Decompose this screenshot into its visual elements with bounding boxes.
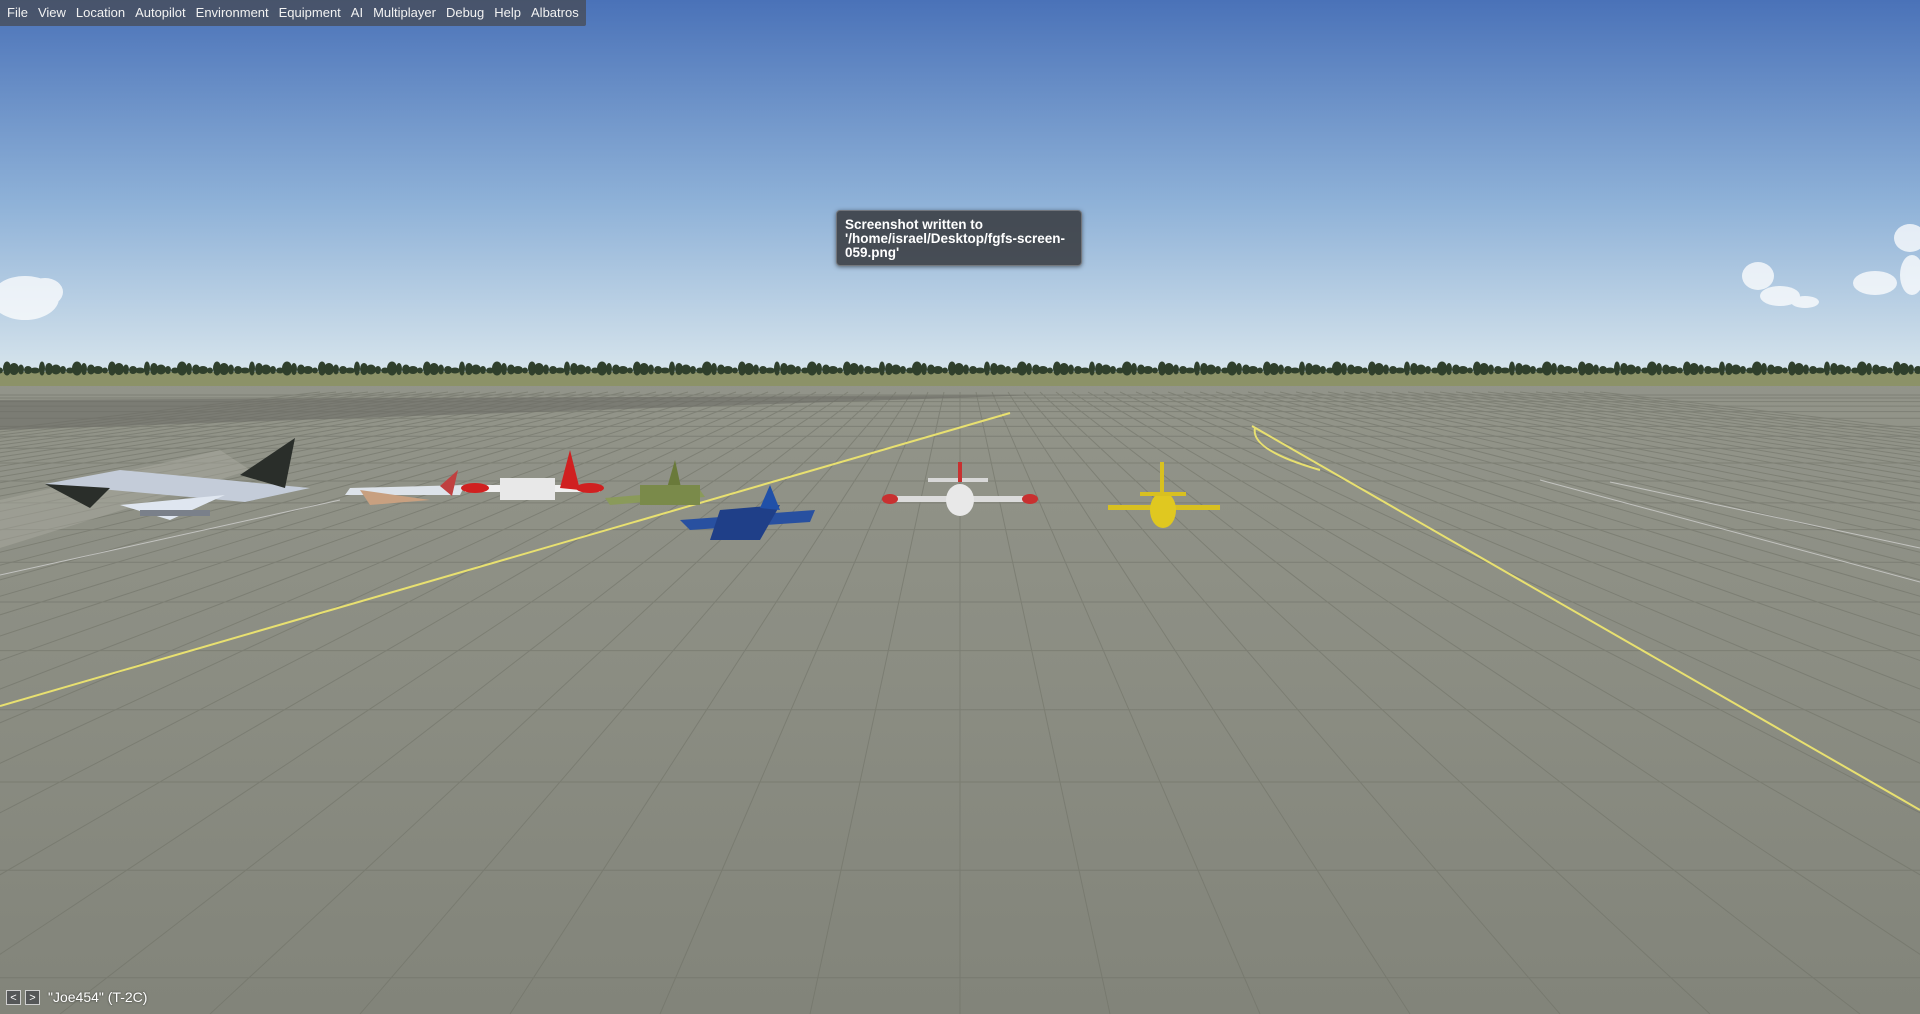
menu-debug[interactable]: Debug — [441, 0, 489, 26]
menu-equipment[interactable]: Equipment — [274, 0, 346, 26]
previous-pilot-button[interactable]: < — [6, 989, 21, 1005]
flight-sim-scene — [0, 0, 1920, 1014]
menu-autopilot[interactable]: Autopilot — [130, 0, 191, 26]
notification-line: 059.png' — [845, 245, 900, 260]
notification-line: '/home/israel/Desktop/fgfs-screen- — [845, 231, 1066, 246]
pilot-callsign-label: "Joe454" (T-2C) — [48, 989, 148, 1005]
menu-help[interactable]: Help — [489, 0, 526, 26]
notification-line: Screenshot written to — [845, 217, 984, 232]
menu-albatros[interactable]: Albatros — [526, 0, 584, 26]
screenshot-notification: Screenshot written to '/home/israel/Desk… — [836, 210, 1082, 266]
menu-ai[interactable]: AI — [346, 0, 368, 26]
menu-location[interactable]: Location — [71, 0, 130, 26]
next-pilot-button[interactable]: > — [25, 989, 40, 1005]
menu-multiplayer[interactable]: Multiplayer — [368, 0, 441, 26]
sky — [0, 0, 1920, 372]
menu-bar: File View Location Autopilot Environment… — [0, 0, 586, 26]
menu-environment[interactable]: Environment — [191, 0, 274, 26]
menu-view[interactable]: View — [33, 0, 71, 26]
multiplayer-view-selector: < > "Joe454" (T-2C) — [6, 987, 147, 1007]
menu-file[interactable]: File — [2, 0, 33, 26]
